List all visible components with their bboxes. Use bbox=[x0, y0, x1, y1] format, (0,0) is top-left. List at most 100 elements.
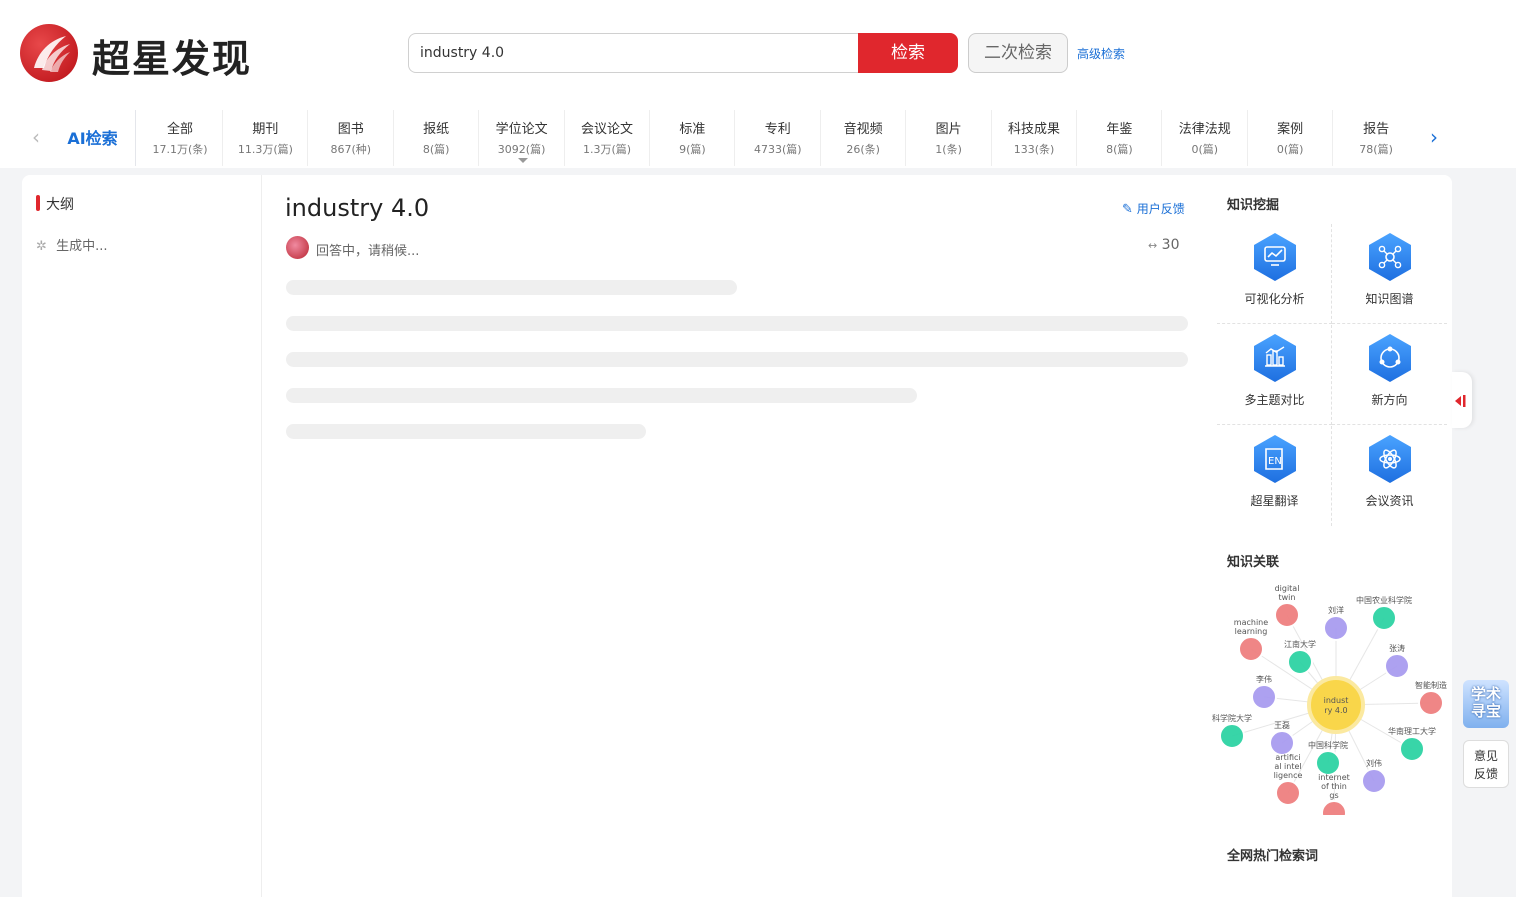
tab-count: 0(篇) bbox=[1276, 143, 1304, 156]
outline-title: 大纲 bbox=[46, 197, 74, 213]
graph-node-label: internet bbox=[1318, 773, 1350, 782]
graph-node[interactable] bbox=[1275, 780, 1301, 806]
graph-node-label: gs bbox=[1329, 791, 1338, 800]
graph-node[interactable] bbox=[1323, 615, 1349, 641]
graph-node-label: 华南理工大学 bbox=[1388, 726, 1436, 736]
category-tabs: ‹ AI检索 全部 17.1万(条) 期刊 11.3万(篇) 图书 867(种) 报纸 8(篇… bbox=[22, 110, 1452, 166]
outline-marker bbox=[36, 195, 40, 211]
chevron-left-icon[interactable]: ‹ bbox=[22, 122, 50, 152]
tab-category[interactable]: 专利 4733(篇) bbox=[736, 110, 821, 166]
graph-node[interactable] bbox=[1371, 605, 1397, 631]
translate-icon: EN bbox=[1252, 434, 1298, 484]
skeleton-line bbox=[286, 352, 1188, 367]
tab-label: 报告 bbox=[1363, 122, 1390, 137]
graph-node[interactable] bbox=[1384, 653, 1410, 679]
graph-node-label: artifici bbox=[1275, 753, 1300, 762]
tool-item[interactable]: 新方向 bbox=[1332, 325, 1447, 425]
graph-node[interactable] bbox=[1269, 730, 1295, 756]
source-count-value: 30 bbox=[1161, 237, 1180, 253]
tab-label: 图片 bbox=[935, 122, 962, 137]
graph-node-label: of thin bbox=[1321, 782, 1347, 791]
tool-item[interactable]: 知识图谱 bbox=[1332, 224, 1447, 324]
tab-label: 案例 bbox=[1277, 122, 1304, 137]
svg-text:EN: EN bbox=[1268, 456, 1282, 467]
logo-icon bbox=[20, 24, 78, 82]
tab-category[interactable]: 报告 78(篇) bbox=[1334, 110, 1419, 166]
tab-count: 8(篇) bbox=[1106, 143, 1133, 156]
search-button[interactable]: 检索 bbox=[858, 33, 958, 73]
skeleton-line bbox=[286, 280, 737, 295]
graph-node[interactable] bbox=[1399, 736, 1425, 762]
graph-node[interactable] bbox=[1315, 750, 1341, 776]
tool-label: 知识图谱 bbox=[1365, 292, 1414, 306]
graph-node[interactable] bbox=[1321, 800, 1347, 815]
graph-node[interactable] bbox=[1274, 602, 1300, 628]
tool-item[interactable]: 多主题对比 bbox=[1217, 325, 1332, 425]
tab-label: 全部 bbox=[166, 122, 193, 137]
link-arrows-icon: ↔ bbox=[1148, 239, 1158, 252]
opinion-feedback-button[interactable]: 意见 反馈 bbox=[1463, 740, 1509, 788]
graph-node-label: learning bbox=[1235, 627, 1268, 636]
graph-center-node[interactable] bbox=[1307, 676, 1365, 734]
hot-words-title: 全网热门检索词 bbox=[1227, 849, 1319, 864]
tab-count: 11.3万(篇) bbox=[237, 143, 293, 156]
graph-node[interactable] bbox=[1238, 636, 1264, 662]
graph-center-label: indust bbox=[1324, 696, 1349, 705]
graph-node-label: 刘伟 bbox=[1366, 758, 1382, 768]
conference-icon bbox=[1367, 434, 1413, 484]
search-input[interactable]: industry 4.0 bbox=[408, 33, 859, 73]
tab-category[interactable]: 法律法规 0(篇) bbox=[1163, 110, 1248, 166]
tab-category[interactable]: 音视频 26(条) bbox=[821, 110, 907, 166]
tool-item[interactable]: 会议资讯 bbox=[1332, 426, 1447, 526]
tab-label: 年鉴 bbox=[1106, 122, 1133, 137]
tab-label: 报纸 bbox=[423, 122, 450, 137]
answer-title: industry 4.0 bbox=[285, 194, 430, 222]
tab-label: 期刊 bbox=[252, 122, 279, 137]
tab-category[interactable]: 报纸 8(篇) bbox=[394, 110, 480, 166]
answer-panel: industry 4.0 ✎ 用户反馈 回答中，请稍候... ↔ 30 bbox=[262, 175, 1212, 897]
graph-node-label: digital bbox=[1275, 585, 1300, 593]
tab-category[interactable]: 标准 9(篇) bbox=[650, 110, 736, 166]
user-feedback-link[interactable]: ✎ 用户反馈 bbox=[1122, 200, 1185, 217]
tab-category[interactable]: 图书 867(种) bbox=[309, 110, 394, 166]
tab-count: 78(篇) bbox=[1359, 143, 1393, 156]
tab-category[interactable]: 会议论文 1.3万(篇) bbox=[565, 110, 650, 166]
tool-item[interactable]: EN 超星翻译 bbox=[1217, 426, 1332, 526]
avatar bbox=[286, 236, 309, 259]
graph-node[interactable] bbox=[1361, 768, 1387, 794]
academic-treasure-button[interactable]: 学术 寻宝 bbox=[1463, 680, 1509, 728]
graph-icon bbox=[1367, 232, 1413, 282]
graph-node-label: ligence bbox=[1274, 771, 1303, 780]
tab-label: 科技成果 bbox=[1007, 122, 1060, 137]
tab-category[interactable]: 期刊 11.3万(篇) bbox=[223, 110, 309, 166]
graph-node[interactable] bbox=[1287, 649, 1313, 675]
knowledge-graph[interactable]: industry 4.0digitaltwin刘洋中国农业科学院machinel… bbox=[1212, 585, 1452, 815]
tab-label: 标准 bbox=[679, 122, 706, 137]
graph-node-label: 李伟 bbox=[1256, 674, 1272, 684]
brand-name: 超星发现 bbox=[92, 37, 253, 81]
knowledge-mining-title: 知识挖掘 bbox=[1227, 198, 1280, 213]
tab-category[interactable]: 科技成果 133(条) bbox=[992, 110, 1077, 166]
chevron-right-icon[interactable]: › bbox=[1420, 122, 1448, 152]
tab-category[interactable]: 年鉴 8(篇) bbox=[1077, 110, 1163, 166]
tab-count: 1(条) bbox=[935, 143, 962, 156]
tab-category[interactable]: 图片 1(条) bbox=[907, 110, 992, 166]
tab-count: 1.3万(篇) bbox=[582, 143, 632, 156]
tool-item[interactable]: 可视化分析 bbox=[1217, 224, 1332, 324]
logo[interactable]: 超星发现 bbox=[20, 22, 280, 82]
graph-node-label: 刘洋 bbox=[1328, 605, 1344, 615]
panel-toggle[interactable] bbox=[1452, 372, 1472, 428]
tab-category[interactable]: 学位论文 3092(篇) bbox=[480, 110, 565, 166]
tab-category[interactable]: 全部 17.1万(条) bbox=[138, 110, 223, 166]
advanced-search-link[interactable]: 高级检索 bbox=[1077, 45, 1125, 62]
graph-node[interactable] bbox=[1219, 723, 1245, 749]
source-count[interactable]: ↔ 30 bbox=[1148, 237, 1180, 253]
direction-icon bbox=[1367, 333, 1413, 383]
tab-label: 法律法规 bbox=[1178, 122, 1231, 137]
graph-node[interactable] bbox=[1251, 684, 1277, 710]
tab-category[interactable]: 案例 0(篇) bbox=[1248, 110, 1334, 166]
graph-node[interactable] bbox=[1418, 690, 1444, 716]
tab-count: 4733(篇) bbox=[754, 143, 802, 156]
second-search-button[interactable]: 二次检索 bbox=[968, 33, 1068, 73]
tab-ai-search[interactable]: AI检索 bbox=[50, 110, 136, 166]
